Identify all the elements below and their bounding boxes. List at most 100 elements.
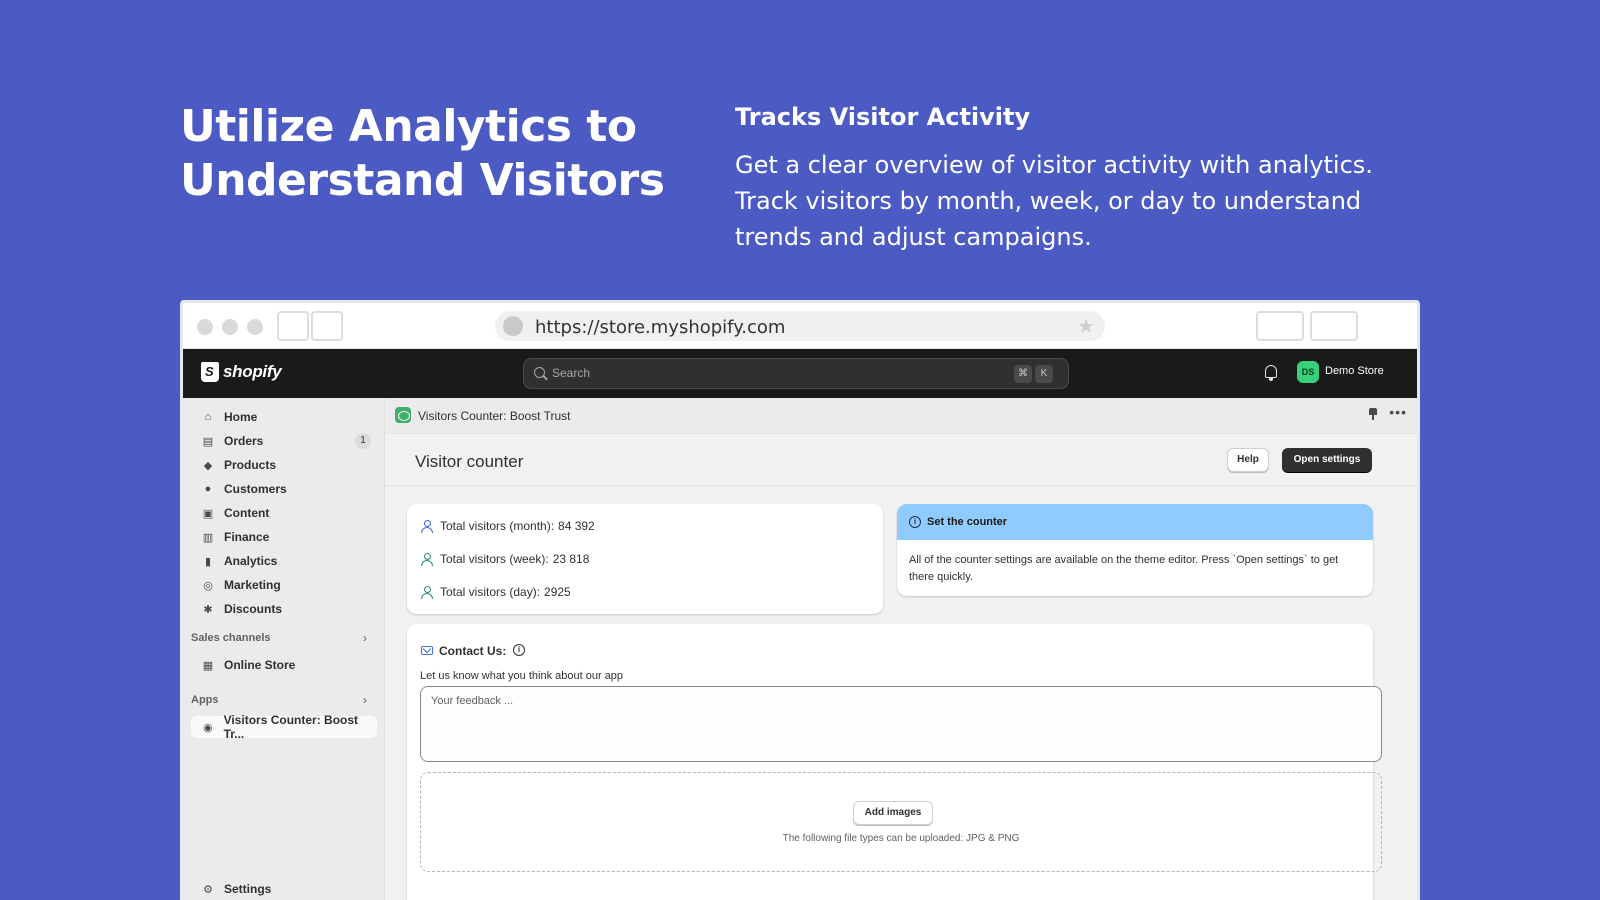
file-types-hint: The following file types can be uploaded…: [782, 833, 1020, 844]
bookmark-star-icon[interactable]: ★: [1077, 314, 1095, 339]
more-options-icon[interactable]: •••: [1389, 404, 1407, 420]
target-icon: ◎: [203, 579, 213, 592]
stat-week: Total visitors (week): 23 818: [421, 552, 589, 566]
stat-day-label: Total visitors (day):: [440, 585, 541, 599]
mail-icon: [421, 646, 433, 655]
help-button[interactable]: Help: [1227, 448, 1269, 472]
sidebar-item-visitors-counter[interactable]: ◉ Visitors Counter: Boost Tr...: [191, 713, 377, 741]
window-minimize-dot[interactable]: [222, 319, 238, 335]
url-text: https://store.myshopify.com: [535, 317, 786, 338]
visitor-stats-card: Total visitors (month): 84 392 Total vis…: [407, 504, 883, 614]
stat-month: Total visitors (month): 84 392: [421, 519, 595, 533]
gear-icon: ⚙: [203, 883, 213, 896]
banner-text: All of the counter settings are availabl…: [909, 554, 1339, 583]
k-key-hint: K: [1035, 365, 1053, 383]
address-bar[interactable]: https://store.myshopify.com ★: [495, 311, 1105, 341]
inbox-icon: ▤: [202, 435, 214, 448]
person-icon: ●: [204, 483, 212, 495]
bell-icon[interactable]: [1265, 365, 1277, 381]
main-content: Visitors Counter: Boost Trust ••• Visito…: [385, 398, 1417, 900]
orders-count-badge: 1: [355, 433, 371, 449]
window-close-dot[interactable]: [197, 319, 213, 335]
info-icon[interactable]: i: [513, 644, 525, 656]
sidebar-item-label: Marketing: [224, 578, 281, 592]
bank-icon: ▥: [202, 531, 214, 544]
set-counter-banner: i Set the counter All of the counter set…: [897, 504, 1373, 596]
store-avatar[interactable]: DS: [1297, 361, 1319, 383]
browser-extension-button[interactable]: [1256, 311, 1304, 341]
page-header: Visitor counter Help Open settings: [385, 434, 1417, 486]
sidebar-item-marketing[interactable]: ◎ Marketing: [191, 574, 377, 596]
stat-week-value: 23 818: [552, 552, 590, 566]
chevron-right-icon[interactable]: ›: [363, 631, 367, 645]
apps-label: Apps: [191, 694, 219, 706]
browser-menu-button[interactable]: [1310, 311, 1358, 341]
feedback-label: Let us know what you think about our app: [420, 670, 624, 682]
discount-icon: ✱: [203, 603, 213, 616]
sidebar: ⌂ Home ▤ Orders 1 ◆ Products ● Customers…: [183, 398, 385, 900]
chevron-right-icon[interactable]: ›: [363, 693, 367, 707]
sidebar-item-analytics[interactable]: ▮ Analytics: [191, 550, 377, 572]
browser-toolbar: https://store.myshopify.com ★: [183, 303, 1417, 349]
feedback-field[interactable]: [420, 686, 1382, 762]
sidebar-item-finance[interactable]: ▥ Finance: [191, 526, 377, 548]
banner-title: Set the counter: [927, 516, 1008, 528]
stat-week-label: Total visitors (week):: [440, 552, 549, 566]
sidebar-item-settings[interactable]: ⚙ Settings: [191, 878, 377, 900]
tag-icon: ◆: [203, 459, 213, 472]
sidebar-item-label: Discounts: [224, 602, 283, 616]
sidebar-item-online-store[interactable]: ▦ Online Store: [191, 654, 377, 676]
stat-month-value: 84 392: [558, 519, 595, 533]
sidebar-item-products[interactable]: ◆ Products: [191, 454, 377, 476]
back-button[interactable]: [277, 311, 309, 341]
shopify-logo[interactable]: shopify: [201, 362, 282, 382]
shopify-wordmark: shopify: [223, 362, 282, 381]
command-key-hint: ⌘: [1014, 365, 1032, 383]
contact-title: Contact Us:: [439, 644, 507, 658]
sidebar-item-discounts[interactable]: ✱ Discounts: [191, 598, 377, 620]
app-header: Visitors Counter: Boost Trust •••: [385, 398, 1417, 434]
stat-month-label: Total visitors (month):: [440, 519, 555, 533]
image-drop-zone[interactable]: Add images The following file types can …: [420, 772, 1382, 872]
forward-button[interactable]: [311, 311, 343, 341]
banner-header: i Set the counter: [897, 504, 1373, 540]
stat-day-value: 2925: [544, 585, 571, 599]
site-info-icon[interactable]: [503, 316, 523, 336]
sidebar-item-orders[interactable]: ▤ Orders 1: [191, 430, 377, 452]
open-settings-button[interactable]: Open settings: [1282, 448, 1372, 472]
hero-description: Get a clear overview of visitor activity…: [735, 151, 1373, 251]
stat-day: Total visitors (day): 2925: [421, 585, 571, 599]
home-icon: ⌂: [204, 411, 212, 423]
sidebar-item-content[interactable]: ▣ Content: [191, 502, 377, 524]
shopify-topbar: shopify Search ⌘ K DS Demo Store: [183, 349, 1417, 398]
sidebar-item-label: Products: [224, 458, 277, 472]
hero-title-line2: Understand Visitors: [180, 155, 665, 206]
app-eye-icon: ◉: [202, 721, 213, 734]
search-placeholder: Search: [552, 366, 591, 380]
sidebar-item-label: Online Store: [224, 658, 296, 672]
sidebar-item-label: Customers: [224, 482, 287, 496]
browser-window: https://store.myshopify.com ★ shopify Se…: [180, 300, 1420, 900]
content-icon: ▣: [202, 507, 214, 520]
sales-channels-label: Sales channels: [191, 632, 271, 644]
page-title: Visitor counter: [415, 452, 524, 471]
store-icon: ▦: [202, 659, 214, 672]
app-eye-icon: [395, 407, 411, 423]
shopify-bag-icon: [201, 362, 219, 382]
sidebar-item-label: Finance: [224, 530, 270, 544]
search-icon: [534, 367, 545, 378]
search-input[interactable]: Search ⌘ K: [523, 358, 1069, 389]
window-maximize-dot[interactable]: [247, 319, 263, 335]
sidebar-item-label: Analytics: [224, 554, 278, 568]
sidebar-item-label: Home: [224, 410, 258, 424]
store-name[interactable]: Demo Store: [1325, 365, 1384, 377]
sidebar-item-label: Content: [224, 506, 270, 520]
sidebar-item-customers[interactable]: ● Customers: [191, 478, 377, 500]
sidebar-item-label: Settings: [224, 882, 272, 896]
person-icon: [421, 519, 433, 533]
person-icon: [421, 585, 433, 599]
info-icon: i: [909, 516, 921, 528]
pin-icon[interactable]: [1369, 408, 1377, 420]
sidebar-item-home[interactable]: ⌂ Home: [191, 406, 377, 428]
add-images-button[interactable]: Add images: [853, 801, 933, 825]
